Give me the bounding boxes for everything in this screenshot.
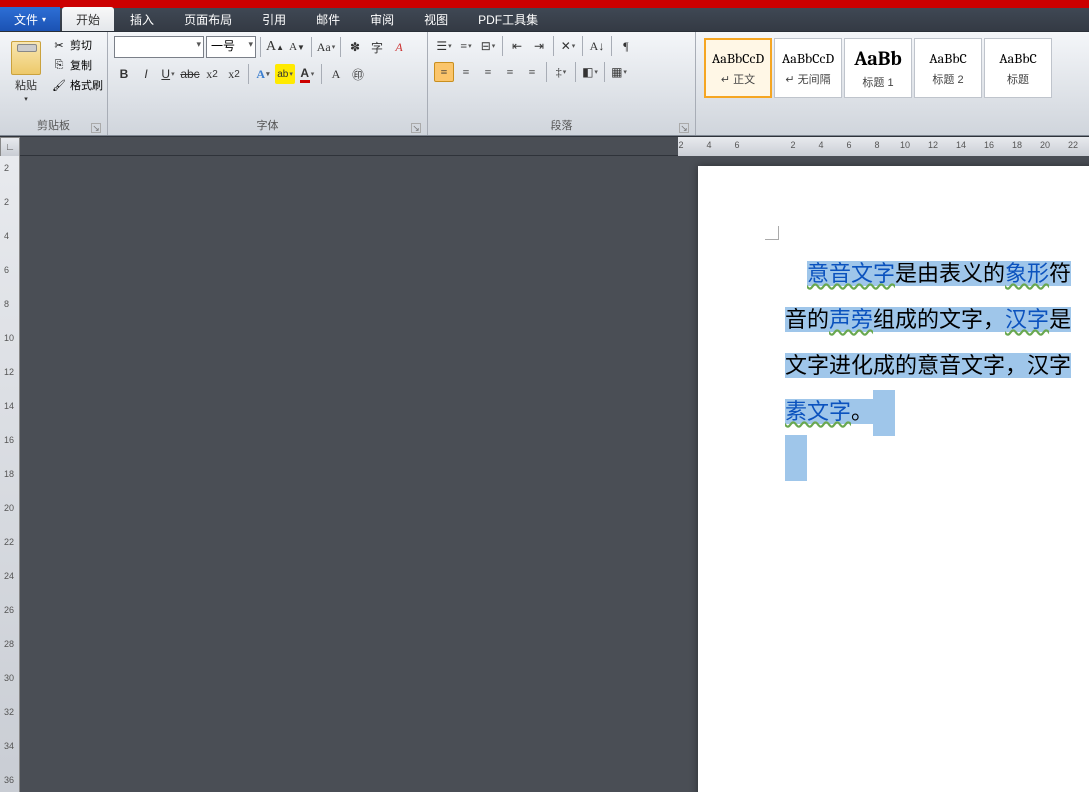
tab-pdf-tools[interactable]: PDF工具集	[464, 7, 552, 31]
ribbon: 粘贴 ▾ ✂剪切 ⎘复制 🖌格式刷 剪贴板↘ 一号 A▲ A▼ Aa ✽	[0, 32, 1089, 136]
style-card-2[interactable]: AaBb标题 1	[844, 38, 912, 98]
subscript-button[interactable]: x2	[202, 64, 222, 84]
align-right-button[interactable]: ≡	[478, 62, 498, 82]
highlight-button[interactable]: ab	[275, 64, 295, 84]
underline-button[interactable]: U	[158, 64, 178, 84]
align-center-button[interactable]: ≡	[456, 62, 476, 82]
style-card-4[interactable]: AaBbC标题	[984, 38, 1052, 98]
copy-button[interactable]: ⎘复制	[50, 56, 105, 74]
multilevel-list-button[interactable]: ⊟	[478, 36, 498, 56]
show-marks-button[interactable]: ¶	[616, 36, 636, 56]
brush-icon: 🖌	[52, 78, 66, 92]
change-case-button[interactable]: Aa	[316, 37, 336, 57]
shrink-font-button[interactable]: A▼	[287, 37, 307, 57]
style-card-3[interactable]: AaBbC标题 2	[914, 38, 982, 98]
paste-label: 粘贴	[15, 77, 37, 93]
distributed-button[interactable]: ≡	[522, 62, 542, 82]
style-card-1[interactable]: AaBbCcD↵ 无间隔	[774, 38, 842, 98]
workspace: 224681012141618202224262830323436 意音文字是由…	[0, 156, 1089, 792]
group-font-label: 字体↘	[114, 117, 421, 135]
font-family-combo[interactable]	[114, 36, 204, 58]
clipboard-icon	[11, 41, 41, 75]
group-styles: AaBbCcD↵ 正文AaBbCcD↵ 无间隔AaBb标题 1AaBbC标题 2…	[696, 32, 1089, 135]
superscript-button[interactable]: x2	[224, 64, 244, 84]
italic-button[interactable]: I	[136, 64, 156, 84]
ruler-row: ∟ 6422468101214161820222426	[0, 136, 1089, 156]
tab-file[interactable]: 文件	[0, 7, 60, 31]
tab-mailings[interactable]: 邮件	[302, 7, 354, 31]
enclose-characters-button[interactable]: ㊞	[348, 64, 368, 84]
paste-button[interactable]: 粘贴 ▾	[6, 36, 46, 106]
margin-marker	[765, 226, 779, 240]
strikethrough-button[interactable]: abc	[180, 64, 200, 84]
text-effects-button[interactable]: A	[253, 64, 273, 84]
group-font: 一号 A▲ A▼ Aa ✽ 字 A B I U abc x2 x2 A ab	[108, 32, 428, 135]
numbering-button[interactable]: ≡	[456, 36, 476, 56]
cut-button[interactable]: ✂剪切	[50, 36, 105, 54]
vertical-ruler[interactable]: 224681012141618202224262830323436	[0, 156, 20, 792]
text-direction-button[interactable]: ✕	[558, 36, 578, 56]
scissors-icon: ✂	[52, 38, 66, 52]
group-clipboard: 粘贴 ▾ ✂剪切 ⎘复制 🖌格式刷 剪贴板↘	[0, 32, 108, 135]
selection-tail	[873, 390, 895, 436]
tab-insert[interactable]: 插入	[116, 7, 168, 31]
clear-formatting-button[interactable]: A	[389, 37, 409, 57]
group-clipboard-label: 剪贴板↘	[6, 117, 101, 135]
phonetic-guide-button[interactable]: ✽	[345, 37, 365, 57]
link-xiangxing[interactable]: 象形	[1005, 261, 1049, 286]
format-painter-button[interactable]: 🖌格式刷	[50, 76, 105, 94]
paragraph-dialog-launcher[interactable]: ↘	[679, 123, 689, 133]
borders-button[interactable]: ▦	[609, 62, 629, 82]
horizontal-ruler[interactable]: 6422468101214161820222426	[22, 137, 1089, 155]
grow-font-button[interactable]: A▲	[265, 37, 285, 57]
character-shading-a-button[interactable]: A	[326, 64, 346, 84]
group-paragraph-label: 段落↘	[434, 117, 689, 135]
clipboard-dialog-launcher[interactable]: ↘	[91, 123, 101, 133]
font-color-button[interactable]: A	[297, 64, 317, 84]
document-canvas[interactable]: 意音文字是由表义的象形符 音的声旁组成的文字，汉字是 文字进化成的意音文字，汉字…	[20, 156, 1089, 792]
style-gallery[interactable]: AaBbCcD↵ 正文AaBbCcD↵ 无间隔AaBb标题 1AaBbC标题 2…	[702, 36, 1054, 100]
style-card-0[interactable]: AaBbCcD↵ 正文	[704, 38, 772, 98]
justify-button[interactable]: ≡	[500, 62, 520, 82]
link-shengpang[interactable]: 声旁	[829, 307, 873, 332]
align-left-button[interactable]: ≡	[434, 62, 454, 82]
document-text[interactable]: 意音文字是由表义的象形符 音的声旁组成的文字，汉字是 文字进化成的意音文字，汉字…	[785, 251, 1089, 436]
group-paragraph: ☰ ≡ ⊟ ⇤ ⇥ ✕ A↓ ¶ ≡ ≡ ≡ ≡ ≡ ‡	[428, 32, 696, 135]
page: 意音文字是由表义的象形符 音的声旁组成的文字，汉字是 文字进化成的意音文字，汉字…	[698, 166, 1089, 792]
selection-carryover	[785, 435, 807, 481]
link-hanzi[interactable]: 汉字	[1005, 307, 1049, 332]
link-suwenzi[interactable]: 素文字	[785, 399, 851, 424]
tab-references[interactable]: 引用	[248, 7, 300, 31]
tab-review[interactable]: 审阅	[356, 7, 408, 31]
tab-view[interactable]: 视图	[410, 7, 462, 31]
copy-icon: ⎘	[52, 58, 66, 72]
tab-page-layout[interactable]: 页面布局	[170, 7, 246, 31]
line-spacing-button[interactable]: ‡	[551, 62, 571, 82]
decrease-indent-button[interactable]: ⇤	[507, 36, 527, 56]
bullets-button[interactable]: ☰	[434, 36, 454, 56]
bold-button[interactable]: B	[114, 64, 134, 84]
group-styles-label	[702, 117, 1083, 135]
font-dialog-launcher[interactable]: ↘	[411, 123, 421, 133]
link-yiyin[interactable]: 意音文字	[807, 261, 895, 286]
font-size-combo[interactable]: 一号	[206, 36, 256, 58]
increase-indent-button[interactable]: ⇥	[529, 36, 549, 56]
character-border-button[interactable]: 字	[367, 37, 387, 57]
tab-home[interactable]: 开始	[62, 7, 114, 31]
ribbon-tabs: 文件 开始 插入 页面布局 引用 邮件 审阅 视图 PDF工具集	[0, 8, 1089, 32]
shading-button[interactable]: ◧	[580, 62, 600, 82]
tab-selector[interactable]: ∟	[0, 137, 20, 157]
sort-button[interactable]: A↓	[587, 36, 607, 56]
